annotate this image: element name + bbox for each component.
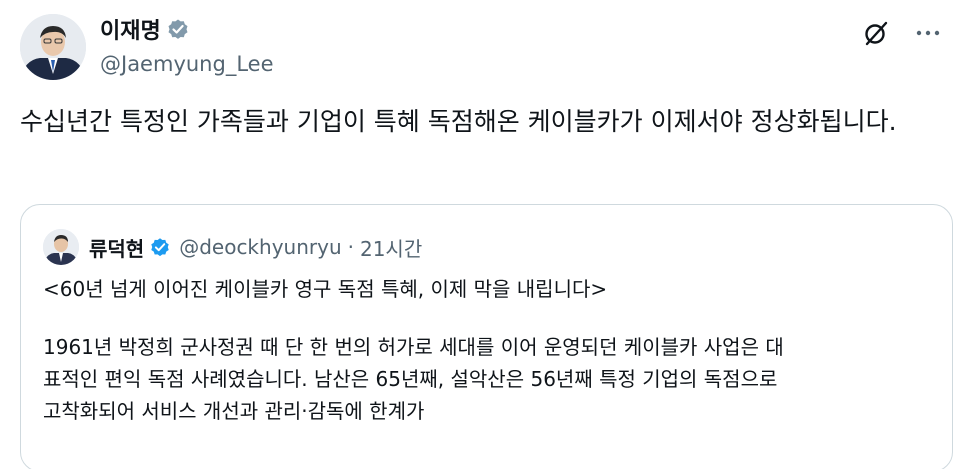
quote-avatar[interactable] [43, 229, 79, 265]
verified-badge-icon[interactable] [149, 236, 171, 258]
quote-header: 류덕현 @deockhyunryu · 21시간 [89, 229, 422, 265]
quote-title-line: <60년 넘게 이어진 케이블카 영구 독점 특혜, 이제 막을 내립니다> [43, 277, 608, 301]
quoted-tweet[interactable]: 류덕현 @deockhyunryu · 21시간 <60년 넘게 이어진 케이블… [20, 204, 953, 469]
verified-badge-icon[interactable] [166, 17, 190, 41]
author-avatar[interactable] [20, 14, 86, 80]
quote-author-handle[interactable]: @deockhyunryu [179, 235, 341, 259]
quote-body-line: 표적인 편익 독점 사례였습니다. 남산은 65년째, 설악산은 56년째 특정… [43, 367, 778, 391]
person-avatar-icon [20, 14, 86, 80]
quote-timestamp[interactable]: 21시간 [360, 233, 422, 262]
more-icon[interactable] [913, 18, 943, 48]
quote-paragraph-gap [43, 305, 943, 331]
tweet-text: 수십년간 특정인 가족들과 기업이 특혜 독점해온 케이블카가 이제서야 정상화… [20, 107, 897, 136]
quote-body-line: 고착화되어 서비스 개선과 관리·감독에 한계가 [43, 399, 425, 423]
grok-icon[interactable] [861, 18, 891, 48]
quote-author-name[interactable]: 류덕현 [89, 233, 144, 262]
author-handle[interactable]: @Jaemyung_Lee [100, 52, 274, 76]
author-name-row: 이재명 [100, 12, 190, 46]
person-avatar-icon [43, 229, 79, 265]
quote-text: <60년 넘게 이어진 케이블카 영구 독점 특혜, 이제 막을 내립니다> 1… [43, 273, 943, 427]
tweet: 이재명 @Jaemyung_Lee 수십년간 특정인 가족들과 기업이 특혜 독… [0, 0, 961, 469]
tweet-actions [861, 18, 943, 48]
quote-separator: · [347, 235, 354, 259]
quote-body-line: 1961년 박정희 군사정권 때 단 한 번의 허가로 세대를 이어 운영되던 … [43, 335, 784, 359]
author-name[interactable]: 이재명 [100, 13, 161, 45]
